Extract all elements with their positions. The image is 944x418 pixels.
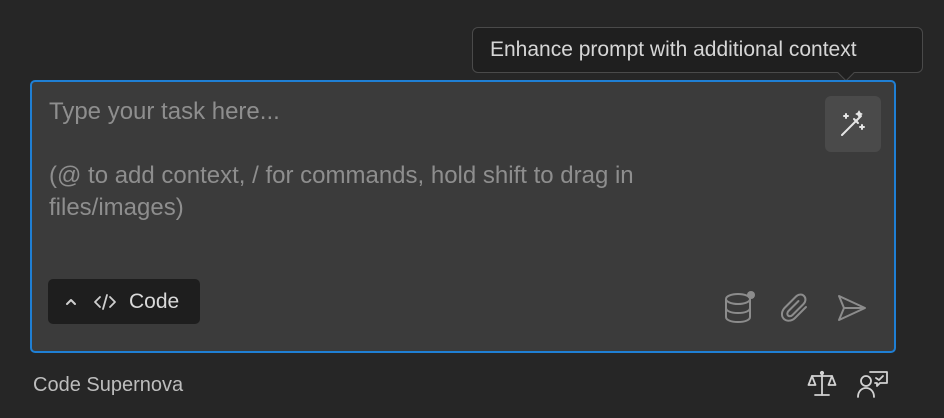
- tooltip-text: Enhance prompt with additional context: [490, 38, 857, 61]
- enhance-prompt-tooltip: Enhance prompt with additional context: [472, 27, 923, 73]
- chat-panel: Enhance prompt with additional context T…: [0, 0, 944, 418]
- database-icon: [723, 289, 757, 327]
- balance-button[interactable]: [806, 368, 838, 400]
- attach-file-button[interactable]: [777, 290, 813, 326]
- person-chat-icon: [856, 369, 890, 399]
- placeholder-line-1: Type your task here...: [49, 98, 280, 125]
- placeholder-line-2: (@ to add context, / for commands, hold …: [49, 162, 634, 221]
- code-icon: [93, 293, 117, 311]
- mode-selector-button[interactable]: Code: [48, 279, 200, 324]
- scale-icon: [807, 369, 837, 399]
- enhance-prompt-button[interactable]: [825, 96, 881, 152]
- send-button[interactable]: [834, 290, 870, 326]
- send-icon: [836, 293, 868, 323]
- task-input[interactable]: Type your task here... (@ to add context…: [30, 80, 896, 353]
- magic-wand-icon: [837, 108, 869, 140]
- mode-label: Code: [129, 289, 180, 313]
- paperclip-icon: [779, 292, 811, 324]
- task-input-placeholder: Type your task here... (@ to add context…: [49, 96, 769, 224]
- database-button[interactable]: [722, 288, 758, 328]
- profile-label[interactable]: Code Supernova: [33, 372, 183, 398]
- chevron-up-icon: [64, 297, 78, 307]
- feedback-button[interactable]: [856, 368, 890, 400]
